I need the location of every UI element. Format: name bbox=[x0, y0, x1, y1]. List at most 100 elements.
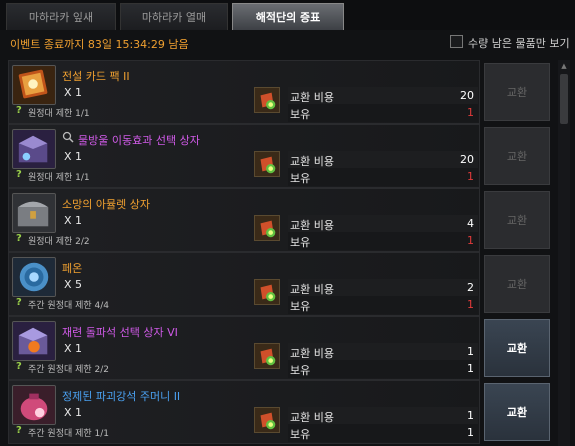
own-row: 보유 1 bbox=[288, 104, 478, 122]
exchange-button[interactable]: 교환 bbox=[484, 63, 550, 121]
exchange-button[interactable]: 교환 bbox=[484, 191, 550, 249]
cost-area: 교환 비용 2 보유 1 bbox=[252, 277, 480, 315]
item-quantity: X 1 bbox=[64, 342, 83, 355]
scroll-thumb[interactable] bbox=[560, 74, 568, 124]
cost-area: 교환 비용 20 보유 1 bbox=[252, 85, 480, 123]
tab-mahalaka-leaf[interactable]: 마하라카 잎새 bbox=[6, 3, 116, 30]
own-label: 보유 bbox=[290, 428, 311, 441]
currency-icon bbox=[254, 343, 280, 369]
cost-label: 교환 비용 bbox=[290, 155, 334, 168]
purchase-limit: 주간 원정대 제한 1/1 bbox=[28, 429, 110, 439]
scroll-up-icon[interactable]: ▲ bbox=[560, 62, 568, 70]
help-icon[interactable]: ? bbox=[16, 105, 22, 116]
item-icon[interactable] bbox=[12, 129, 56, 169]
cost-area: 교환 비용 1 보유 1 bbox=[252, 405, 480, 443]
cost-value: 20 bbox=[460, 153, 474, 166]
item-icon[interactable] bbox=[12, 65, 56, 105]
currency-icon bbox=[254, 279, 280, 305]
cost-label: 교환 비용 bbox=[290, 411, 334, 424]
own-row: 보유 1 bbox=[288, 360, 478, 378]
tab-pirate-token[interactable]: 해적단의 증표 bbox=[232, 3, 344, 30]
own-value: 1 bbox=[467, 170, 474, 183]
purchase-limit: 원정대 제한 1/1 bbox=[28, 173, 90, 183]
item-name: 정제된 파괴강석 주머니 II bbox=[62, 390, 181, 403]
own-row: 보유 1 bbox=[288, 424, 478, 442]
item-icon[interactable] bbox=[12, 385, 56, 425]
cost-row: 교환 비용 20 bbox=[288, 87, 478, 105]
purchase-limit: 주간 원정대 제한 2/2 bbox=[28, 365, 110, 375]
exchange-button[interactable]: 교환 bbox=[484, 383, 550, 441]
help-icon[interactable]: ? bbox=[16, 425, 22, 436]
item-name: 페온 bbox=[62, 262, 83, 275]
own-row: 보유 1 bbox=[288, 296, 478, 314]
cost-label: 교환 비용 bbox=[290, 91, 334, 104]
own-value: 1 bbox=[467, 362, 474, 375]
help-icon[interactable]: ? bbox=[16, 297, 22, 308]
cost-area: 교환 비용 1 보유 1 bbox=[252, 341, 480, 379]
event-header: 이벤트 종료까지 83일 15:34:29 남음 수량 남은 물품만 보기 bbox=[0, 30, 575, 56]
item-name: 소망의 아뮬렛 상자 bbox=[62, 198, 150, 211]
cost-value: 1 bbox=[467, 345, 474, 358]
purchase-limit: 원정대 제한 2/2 bbox=[28, 237, 90, 247]
cost-area: 교환 비용 20 보유 1 bbox=[252, 149, 480, 187]
own-value: 1 bbox=[467, 234, 474, 247]
exchange-row: 재련 돌파석 선택 상자 VI X 1 ? 주간 원정대 제한 2/2 교환 비… bbox=[8, 316, 556, 380]
exchange-button[interactable]: 교환 bbox=[484, 319, 550, 377]
item-name: 물방울 이동효과 선택 상자 bbox=[78, 134, 200, 147]
currency-icon bbox=[254, 87, 280, 113]
cost-label: 교환 비용 bbox=[290, 283, 334, 296]
purchase-limit: 원정대 제한 1/1 bbox=[28, 109, 90, 119]
own-value: 1 bbox=[467, 298, 474, 311]
own-label: 보유 bbox=[290, 300, 311, 313]
exchange-row: 소망의 아뮬렛 상자 X 1 ? 원정대 제한 2/2 교환 비용 4 보유 1… bbox=[8, 188, 556, 252]
own-row: 보유 1 bbox=[288, 168, 478, 186]
item-quantity: X 1 bbox=[64, 214, 83, 227]
own-value: 1 bbox=[467, 426, 474, 439]
own-label: 보유 bbox=[290, 364, 311, 377]
item-quantity: X 1 bbox=[64, 406, 83, 419]
cost-row: 교환 비용 4 bbox=[288, 215, 478, 233]
event-timer: 이벤트 종료까지 83일 15:34:29 남음 bbox=[10, 38, 189, 51]
cost-row: 교환 비용 20 bbox=[288, 151, 478, 169]
own-label: 보유 bbox=[290, 236, 311, 249]
remaining-only-checkbox[interactable] bbox=[450, 35, 463, 48]
help-icon[interactable]: ? bbox=[16, 233, 22, 244]
currency-icon bbox=[254, 151, 280, 177]
item-icon[interactable] bbox=[12, 257, 56, 297]
cost-value: 2 bbox=[467, 281, 474, 294]
tab-mahalaka-fruit[interactable]: 마하라카 열매 bbox=[120, 3, 228, 30]
cost-value: 4 bbox=[467, 217, 474, 230]
currency-icon bbox=[254, 215, 280, 241]
help-icon[interactable]: ? bbox=[16, 361, 22, 372]
exchange-button[interactable]: 교환 bbox=[484, 255, 550, 313]
currency-icon bbox=[254, 407, 280, 433]
own-row: 보유 1 bbox=[288, 232, 478, 250]
exchange-row: 페온 X 5 ? 주간 원정대 제한 4/4 교환 비용 2 보유 1 교환 bbox=[8, 252, 556, 316]
item-name: 재련 돌파석 선택 상자 VI bbox=[62, 326, 178, 339]
item-quantity: X 1 bbox=[64, 150, 83, 163]
remaining-only-label[interactable]: 수량 남은 물품만 보기 bbox=[468, 35, 570, 51]
help-icon[interactable]: ? bbox=[16, 169, 22, 180]
cost-row: 교환 비용 1 bbox=[288, 343, 478, 361]
own-label: 보유 bbox=[290, 108, 311, 121]
own-value: 1 bbox=[467, 106, 474, 119]
exchange-list: 전설 카드 팩 II X 1 ? 원정대 제한 1/1 교환 비용 20 보유 … bbox=[8, 60, 556, 446]
item-quantity: X 1 bbox=[64, 86, 83, 99]
purchase-limit: 주간 원정대 제한 4/4 bbox=[28, 301, 110, 311]
cost-value: 20 bbox=[460, 89, 474, 102]
item-icon[interactable] bbox=[12, 193, 56, 233]
cost-row: 교환 비용 1 bbox=[288, 407, 478, 425]
cost-label: 교환 비용 bbox=[290, 347, 334, 360]
exchange-button[interactable]: 교환 bbox=[484, 127, 550, 185]
exchange-row: 전설 카드 팩 II X 1 ? 원정대 제한 1/1 교환 비용 20 보유 … bbox=[8, 60, 556, 124]
own-label: 보유 bbox=[290, 172, 311, 185]
tab-bar: 마하라카 잎새 마하라카 열매 해적단의 증표 bbox=[0, 0, 575, 30]
scrollbar[interactable]: ▲ bbox=[558, 60, 570, 446]
cost-area: 교환 비용 4 보유 1 bbox=[252, 213, 480, 251]
search-icon[interactable] bbox=[62, 131, 74, 143]
item-name: 전설 카드 팩 II bbox=[62, 70, 130, 83]
cost-row: 교환 비용 2 bbox=[288, 279, 478, 297]
item-icon[interactable] bbox=[12, 321, 56, 361]
exchange-row: 물방울 이동효과 선택 상자 X 1 ? 원정대 제한 1/1 교환 비용 20… bbox=[8, 124, 556, 188]
cost-label: 교환 비용 bbox=[290, 219, 334, 232]
